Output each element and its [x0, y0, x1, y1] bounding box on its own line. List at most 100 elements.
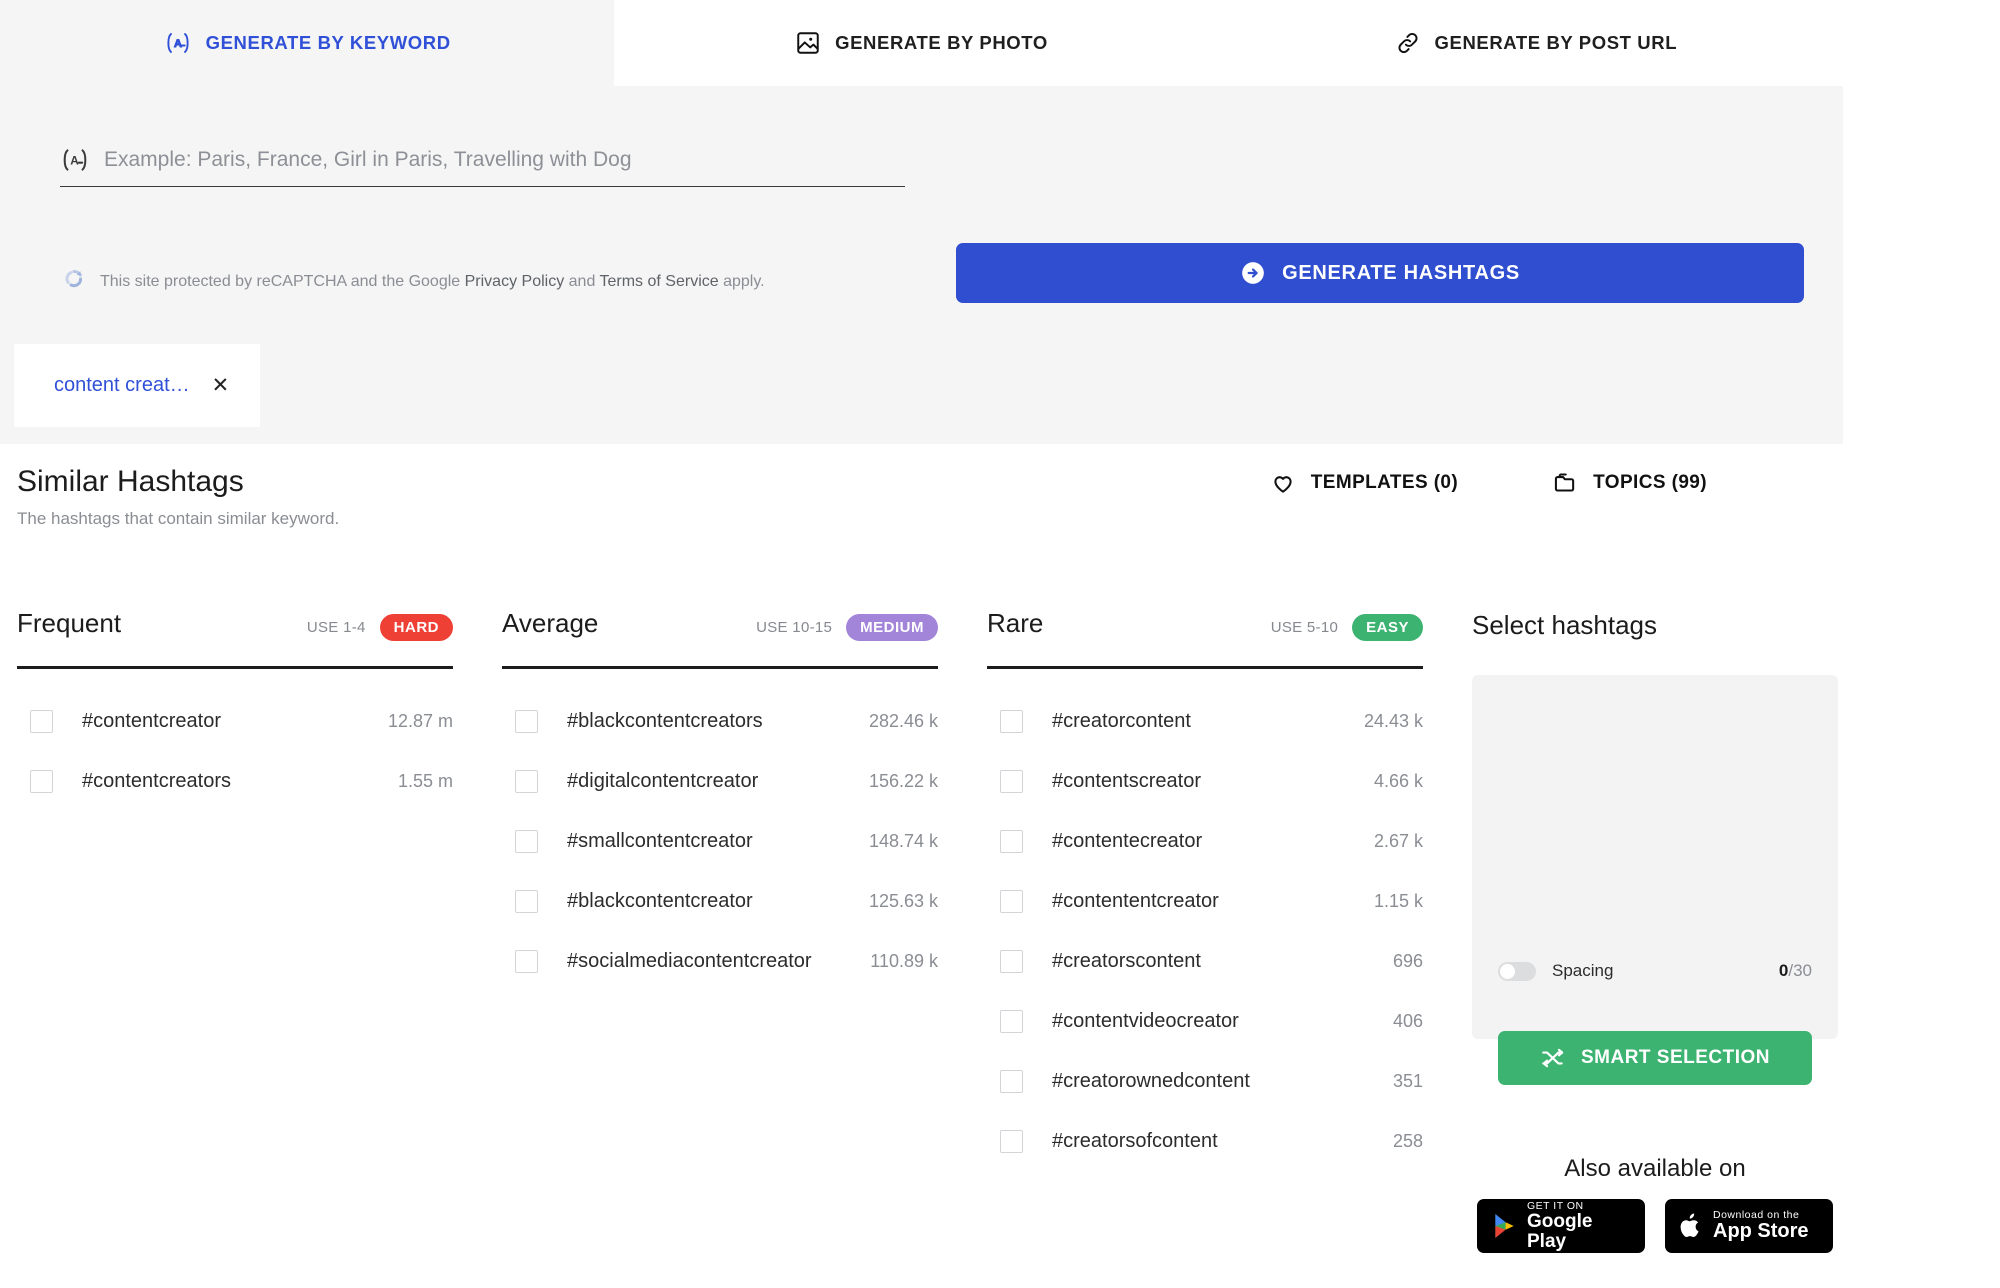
hashtag-name: #creatorownedcontent: [1052, 1069, 1250, 1092]
hashtag-checkbox[interactable]: [1000, 949, 1023, 973]
svg-text:A: A: [174, 38, 182, 50]
hashtag-checkbox[interactable]: [1000, 709, 1023, 733]
select-hashtags-title: Select hashtags: [1472, 610, 1658, 640]
column-frequent: Frequent USE 1-4 HARD #contentcreator 12.…: [0, 608, 485, 1288]
hashtag-count: 1.55 m: [397, 770, 453, 791]
hashtag-count: 282.46 k: [868, 710, 938, 731]
hashtag-row[interactable]: #smallcontentcreator 148.74 k: [502, 811, 970, 871]
hashtag-name: #blackcontentcreators: [567, 709, 763, 732]
smart-selection-button[interactable]: SMART SELECTION: [1498, 1031, 1812, 1085]
column-divider: [987, 666, 1423, 669]
shuffle-icon: [1540, 1047, 1566, 1069]
hashtag-count: 24.43 k: [1363, 710, 1423, 731]
page-subtitle: The hashtags that contain similar keywor…: [17, 509, 340, 528]
google-play-small: GET IT ON: [1527, 1199, 1584, 1212]
hashtag-checkbox[interactable]: [515, 829, 538, 853]
photo-icon: [795, 30, 821, 56]
heart-icon: [1270, 470, 1296, 496]
tab-label: GENERATE BY KEYWORD: [205, 32, 451, 53]
generate-hashtags-button[interactable]: GENERATE HASHTAGS: [956, 243, 1804, 303]
hashtag-count: 351: [1392, 1070, 1423, 1091]
recaptcha-suffix: apply.: [718, 272, 765, 290]
templates-button[interactable]: TEMPLATES (0): [1270, 470, 1458, 496]
hashtag-count: 696: [1392, 950, 1423, 971]
also-available-title: Also available on: [1564, 1155, 1746, 1182]
column-use-hint: USE 10-15: [756, 619, 833, 636]
hashtag-count: 125.63 k: [868, 890, 938, 911]
keyword-field-wrap: A: [60, 148, 905, 187]
hashtag-count: 2.67 k: [1373, 830, 1423, 851]
recaptcha-prefix: This site protected by reCAPTCHA and the…: [100, 272, 465, 290]
terms-of-service-link[interactable]: Terms of Service: [600, 273, 719, 290]
hashtag-row[interactable]: #creatorcontent 24.43 k: [987, 691, 1455, 751]
hashtag-row[interactable]: #contentvideocreator 406: [987, 991, 1455, 1051]
tab-generate-by-post-url[interactable]: GENERATE BY POST URL: [1228, 0, 1843, 86]
selection-counter-total: /30: [1788, 961, 1812, 980]
generator-tab-bar: A GENERATE BY KEYWORD GENERATE BY PHOTO …: [0, 0, 1843, 86]
close-icon[interactable]: ✕: [212, 375, 230, 396]
smart-selection-label: SMART SELECTION: [1580, 1047, 1771, 1068]
column-title: Average: [502, 608, 599, 638]
tab-generate-by-photo[interactable]: GENERATE BY PHOTO: [614, 0, 1229, 86]
hashtag-checkbox[interactable]: [515, 949, 538, 973]
search-panel: A This site protected by reCAPTCHA and t…: [0, 86, 1843, 344]
privacy-policy-link[interactable]: Privacy Policy: [465, 273, 565, 290]
selection-counter: 0/30: [1779, 961, 1812, 981]
hashtag-row[interactable]: #contentecreator 2.67 k: [987, 811, 1455, 871]
svg-text:A: A: [70, 154, 79, 167]
hashtag-checkbox[interactable]: [1000, 769, 1023, 793]
tab-label: GENERATE BY POST URL: [1434, 32, 1678, 53]
hashtag-checkbox[interactable]: [515, 769, 538, 793]
hashtag-count: 258: [1392, 1130, 1423, 1151]
hashtag-name: #blackcontentcreator: [567, 889, 753, 912]
hashtag-checkbox[interactable]: [1000, 1009, 1023, 1033]
hashtag-checkbox[interactable]: [1000, 889, 1023, 913]
results-header: Similar Hashtags The hashtags that conta…: [0, 465, 1843, 545]
hashtag-checkbox[interactable]: [1000, 1069, 1023, 1093]
hashtag-row[interactable]: #contentscreator 4.66 k: [987, 751, 1455, 811]
store-badges: GET IT ON Google Play Download on the Ap…: [1472, 1199, 1838, 1253]
spacing-toggle[interactable]: [1498, 961, 1536, 981]
selected-hashtags-textarea[interactable]: [1472, 675, 1838, 951]
arrow-right-circle-icon: [1240, 260, 1266, 286]
apple-icon: [1679, 1212, 1703, 1240]
keyword-chip-strip: content creat… ✕: [0, 344, 1843, 444]
hashtag-row[interactable]: #socialmediacontentcreator 110.89 k: [502, 931, 970, 991]
hashtag-checkbox[interactable]: [30, 709, 53, 733]
hashtag-checkbox[interactable]: [515, 709, 538, 733]
hashtag-checkbox[interactable]: [1000, 1129, 1023, 1153]
hashtag-row[interactable]: #blackcontentcreator 125.63 k: [502, 871, 970, 931]
google-play-badge[interactable]: GET IT ON Google Play: [1477, 1199, 1645, 1253]
hashtag-checkbox[interactable]: [515, 889, 538, 913]
hashtag-name: #contentcreators: [82, 769, 231, 792]
hashtag-row[interactable]: #creatorscontent 696: [987, 931, 1455, 991]
hashtag-row[interactable]: #digitalcontentcreator 156.22 k: [502, 751, 970, 811]
keyword-search-input[interactable]: [104, 148, 905, 172]
hashtag-row[interactable]: #creatorownedcontent 351: [987, 1051, 1455, 1111]
hashtag-row[interactable]: #blackcontentcreators 282.46 k: [502, 691, 970, 751]
also-available-on: Also available on GET IT ON Google Play: [1472, 1155, 1838, 1253]
hashtag-row[interactable]: #creatorsofcontent 258: [987, 1111, 1455, 1171]
column-average: Average USE 10-15 MEDIUM #blackcontentcr…: [485, 608, 970, 1288]
hashtag-row[interactable]: #contentcreators 1.55 m: [17, 751, 485, 811]
hashtag-checkbox[interactable]: [30, 769, 53, 793]
hashtag-row[interactable]: #contententcreator 1.15 k: [987, 871, 1455, 931]
tab-generate-by-keyword[interactable]: A GENERATE BY KEYWORD: [0, 0, 615, 86]
column-meta: USE 10-15 MEDIUM: [756, 614, 938, 641]
hashtag-count: 156.22 k: [868, 770, 938, 791]
hashtag-name: #creatorscontent: [1052, 949, 1201, 972]
column-use-hint: USE 1-4: [306, 619, 366, 636]
hashtag-row[interactable]: #contentcreator 12.87 m: [17, 691, 485, 751]
column-use-hint: USE 5-10: [1270, 619, 1339, 636]
topics-button[interactable]: TOPICS (99): [1550, 470, 1707, 496]
app-store-badge[interactable]: Download on the App Store: [1665, 1199, 1833, 1253]
keyword-chip[interactable]: content creat… ✕: [14, 344, 260, 427]
hashtag-list: #contentcreator 12.87 m #contentcreators 1.…: [17, 691, 485, 811]
hashtag-columns: Frequent USE 1-4 HARD #contentcreator 12.…: [0, 608, 2000, 1288]
select-hashtags-panel: Select hashtags Spacing 0/30 SMART SELEC…: [1455, 608, 1975, 1288]
hashtag-checkbox[interactable]: [1000, 829, 1023, 853]
selected-hashtags-footer: Spacing 0/30: [1498, 961, 1812, 981]
hashtag-name: #socialmediacontentcreator: [567, 949, 812, 972]
spacing-label: Spacing: [1552, 961, 1614, 980]
column-header: Rare USE 5-10 EASY: [987, 608, 1455, 666]
